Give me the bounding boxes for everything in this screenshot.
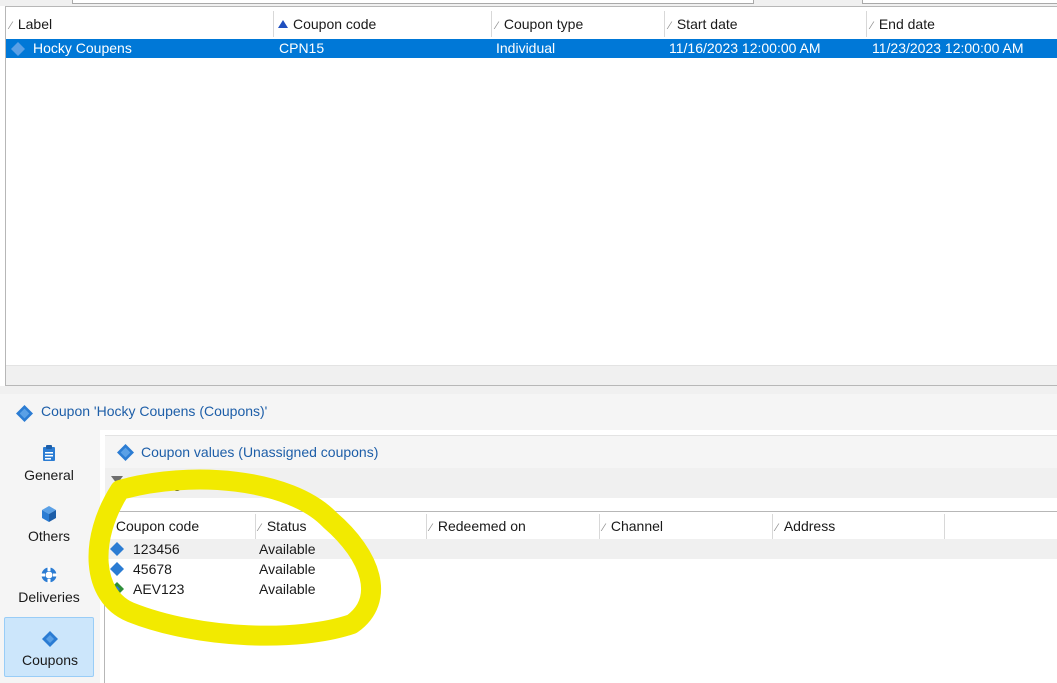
- column-separator[interactable]: [426, 514, 427, 539]
- column-separator[interactable]: [599, 514, 600, 539]
- detail-title: Coupon 'Hocky Coupens (Coupons)': [41, 403, 268, 419]
- column-separator[interactable]: [944, 514, 945, 539]
- table-row[interactable]: AEV123 Available: [105, 579, 1057, 599]
- coupon-icon: [117, 444, 134, 461]
- coupon-icon: [11, 42, 25, 56]
- sort-indicator-icon: ⁄: [871, 20, 873, 32]
- column-header-end-date[interactable]: ⁄ End date: [871, 7, 935, 39]
- coupon-code: 45678: [133, 561, 172, 577]
- top-filter-input[interactable]: [862, 0, 1057, 4]
- coupon-status: Available: [259, 561, 316, 577]
- cube-icon: [42, 506, 56, 522]
- column-separator[interactable]: [273, 11, 274, 37]
- row-coupon-type: Individual: [496, 40, 556, 56]
- column-header-address[interactable]: ⁄ Address: [776, 512, 835, 541]
- panel-header: Coupon values (Unassigned coupons): [105, 435, 1057, 468]
- column-header-coupon-code[interactable]: Coupon code: [278, 7, 376, 39]
- column-header-coupon-type[interactable]: ⁄ Coupon type: [496, 7, 583, 39]
- filter-icon-stem: [116, 483, 118, 489]
- panel-splitter[interactable]: [0, 386, 1057, 394]
- column-separator[interactable]: [491, 11, 492, 37]
- sort-indicator-icon: ⁄: [603, 522, 605, 534]
- coupon-values-list[interactable]: ⁄ Coupon code ⁄ Status ⁄ Redeemed on ⁄ Chann…: [104, 511, 1057, 683]
- panel-title[interactable]: Coupon values (Unassigned coupons): [141, 444, 378, 460]
- row-start-date: 11/16/2023 12:00:00 AM: [669, 40, 821, 56]
- sort-indicator-icon: ⁄: [10, 20, 12, 32]
- coupon-icon: [42, 631, 58, 647]
- column-header-channel[interactable]: ⁄ Channel: [603, 512, 663, 541]
- sort-indicator-icon: ⁄: [108, 522, 110, 534]
- column-separator[interactable]: [664, 11, 665, 37]
- coupon-icon: [110, 542, 124, 556]
- sort-indicator-icon: ⁄: [776, 522, 778, 534]
- sort-indicator-icon: ⁄: [496, 20, 498, 32]
- table-row-selected[interactable]: Hocky Coupens CPN15 Individual 11/16/202…: [6, 39, 1057, 58]
- filter-bar: Unassigned coupons: [105, 468, 1057, 498]
- row-coupon-code: CPN15: [279, 40, 325, 56]
- table-row[interactable]: 123456 Available: [105, 539, 1057, 559]
- column-header-start-date[interactable]: ⁄ Start date: [669, 7, 738, 39]
- column-header-redeemed-on[interactable]: ⁄ Redeemed on: [430, 512, 526, 541]
- row-end-date: 11/23/2023 12:00:00 AM: [872, 40, 1024, 56]
- coupons-list[interactable]: ⁄ Label Coupon code ⁄ Coupon type ⁄ Start d…: [5, 6, 1057, 386]
- list-header: ⁄ Label Coupon code ⁄ Coupon type ⁄ Start d…: [6, 7, 1057, 39]
- column-separator[interactable]: [255, 514, 256, 539]
- coupon-status: Available: [259, 541, 316, 557]
- detail-header: Coupon 'Hocky Coupens (Coupons)': [0, 394, 1057, 430]
- coupon-code: 123456: [133, 541, 180, 557]
- sort-indicator-icon: ⁄: [669, 20, 671, 32]
- clipboard-icon: [43, 445, 55, 461]
- horizontal-scrollbar[interactable]: [6, 365, 1057, 385]
- coupon-icon: [16, 405, 33, 422]
- row-label: Hocky Coupens: [33, 40, 132, 56]
- detail-nav: General Others Deliveries Coupons: [0, 430, 100, 683]
- coupon-icon: [110, 562, 124, 576]
- coupon-status: Available: [259, 581, 316, 597]
- nav-item-coupons[interactable]: Coupons: [4, 617, 94, 677]
- column-header-label[interactable]: ⁄ Label: [10, 7, 52, 39]
- column-separator[interactable]: [772, 514, 773, 539]
- nav-item-others[interactable]: Others: [4, 493, 94, 553]
- column-header-status[interactable]: ⁄ Status: [259, 512, 307, 541]
- nav-item-general[interactable]: General: [4, 432, 94, 492]
- table-row[interactable]: 45678 Available: [105, 559, 1057, 579]
- sort-indicator-icon: ⁄: [259, 522, 261, 534]
- sort-ascending-icon: [278, 20, 288, 28]
- lifebuoy-icon: [41, 567, 57, 583]
- top-search-input[interactable]: [72, 0, 754, 4]
- coupon-code: AEV123: [133, 581, 185, 597]
- column-header-coupon-code[interactable]: ⁄ Coupon code: [108, 512, 199, 541]
- sort-indicator-icon: ⁄: [430, 522, 432, 534]
- filter-label: Unassigned coupons: [127, 475, 269, 491]
- sub-list-header: ⁄ Coupon code ⁄ Status ⁄ Redeemed on ⁄ Chann…: [105, 512, 1057, 541]
- column-separator[interactable]: [866, 11, 867, 37]
- coupon-assigned-icon: [110, 582, 124, 596]
- nav-item-deliveries[interactable]: Deliveries: [4, 554, 94, 614]
